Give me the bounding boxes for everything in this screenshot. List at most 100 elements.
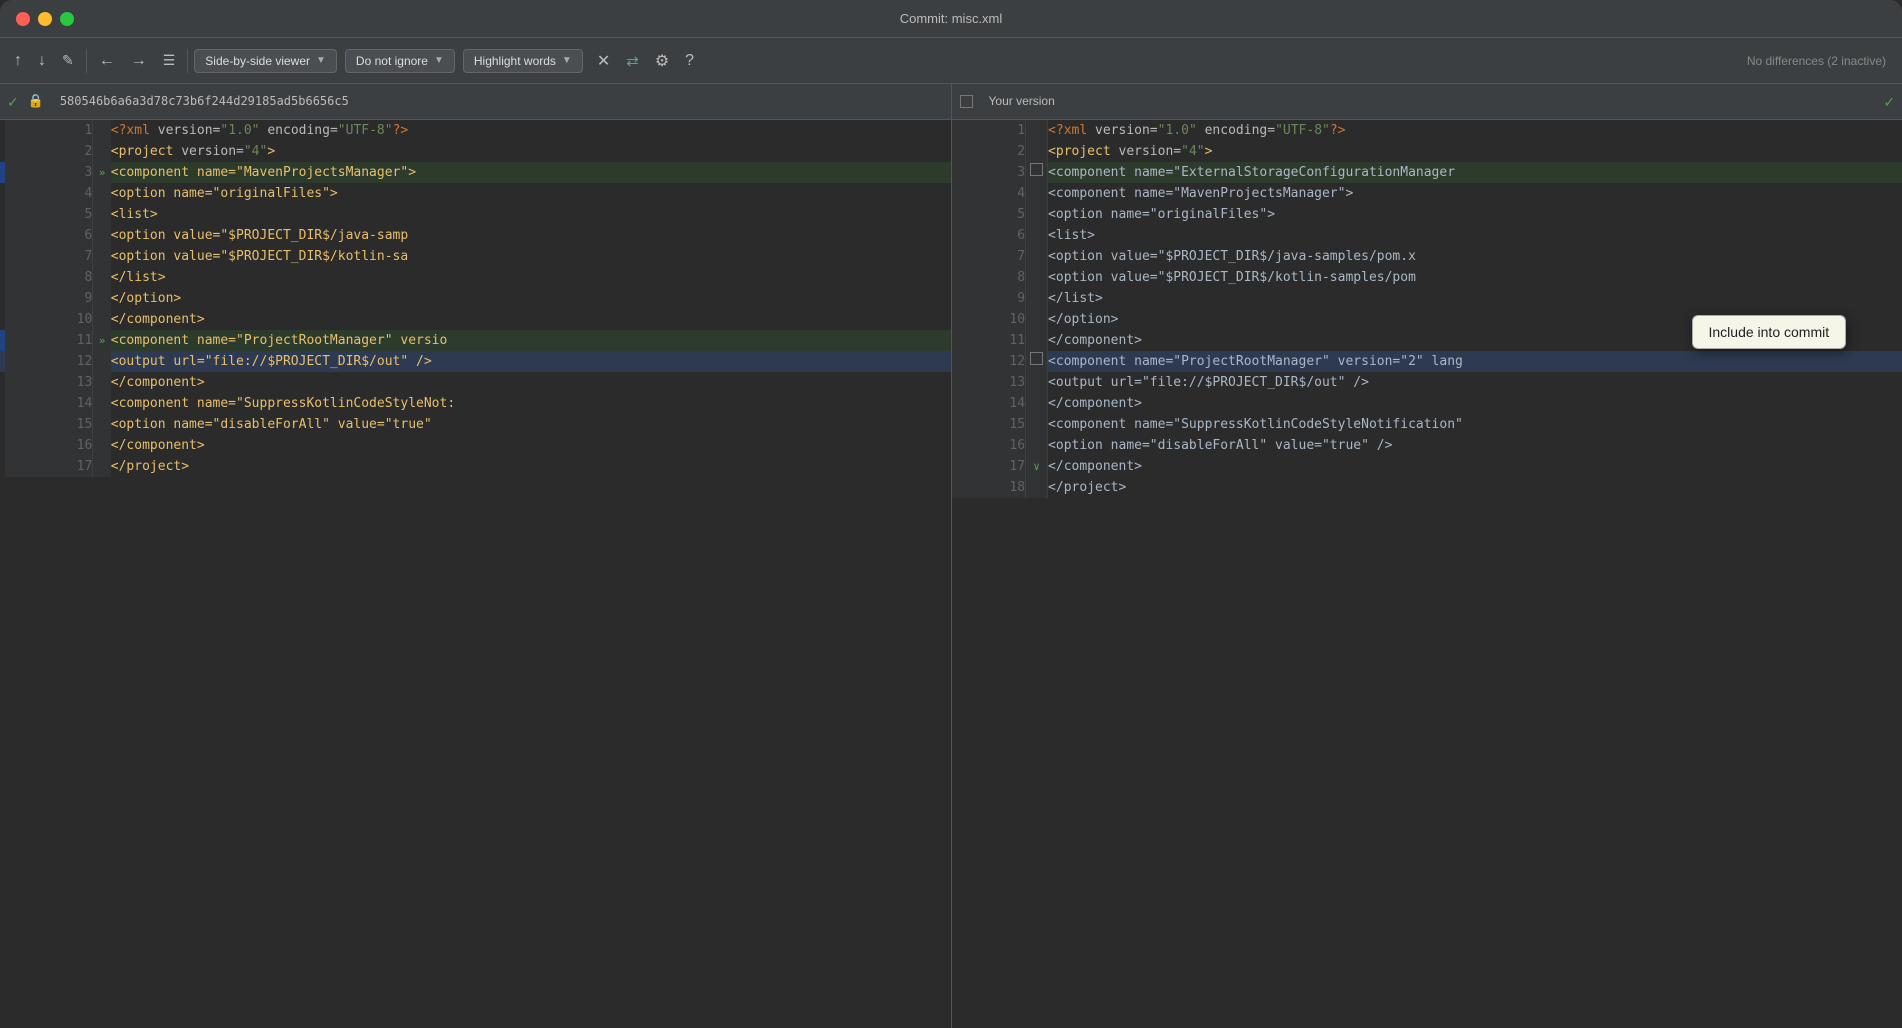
line-code: <option name="originalFiles">	[111, 183, 951, 204]
table-row: 13 </component>	[0, 372, 951, 393]
line-gutter	[93, 435, 111, 456]
table-row: 14 </component>	[952, 393, 1902, 414]
line-number: 5	[5, 204, 93, 225]
line-number: 8	[952, 267, 1026, 288]
line-code: <component name="MavenProjectsManager">	[111, 162, 951, 183]
line-number: 4	[5, 183, 93, 204]
scroll-down-button[interactable]: ↓	[32, 48, 52, 74]
viewer-dropdown-label: Side-by-side viewer	[205, 54, 310, 68]
right-code-area[interactable]: 1<?xml version="1.0" encoding="UTF-8"?>2…	[952, 120, 1902, 1028]
line-gutter	[93, 456, 111, 477]
table-row: 16 <option name="disableForAll" value="t…	[952, 435, 1902, 456]
help-button[interactable]: ?	[679, 48, 700, 74]
line-number: 1	[952, 120, 1026, 141]
line-code: </component>	[111, 435, 951, 456]
line-code: <output url="file://$PROJECT_DIR$/out" /…	[111, 351, 951, 372]
table-row: 1<?xml version="1.0" encoding="UTF-8"?>	[952, 120, 1902, 141]
lock-icon: 🔒	[28, 94, 44, 109]
left-code-area[interactable]: 1<?xml version="1.0" encoding="UTF-8"?>2…	[0, 120, 951, 1028]
include-checkbox[interactable]	[1030, 352, 1043, 365]
line-number: 12	[952, 351, 1026, 372]
highlight-dropdown-arrow: ▼	[562, 55, 572, 66]
line-gutter	[93, 246, 111, 267]
edit-button[interactable]: ✎	[56, 48, 80, 73]
minimize-button[interactable]	[38, 12, 52, 26]
content-area: ✓ 🔒 580546b6a6a3d78c73b6f244d29185ad5b66…	[0, 84, 1902, 1028]
maximize-button[interactable]	[60, 12, 74, 26]
line-code: <list>	[111, 204, 951, 225]
line-number: 11	[5, 330, 93, 351]
ignore-dropdown[interactable]: Do not ignore ▼	[345, 49, 455, 73]
forward-button[interactable]: →	[125, 48, 153, 74]
line-code: <component name="ProjectRootManager" ver…	[1048, 351, 1902, 372]
line-number: 15	[5, 414, 93, 435]
table-row: 4 <option name="originalFiles">	[0, 183, 951, 204]
line-number: 15	[952, 414, 1026, 435]
right-panel: Your version ✓ 1<?xml version="1.0" enco…	[952, 84, 1902, 1028]
line-checkbox-cell	[1026, 162, 1048, 183]
line-number: 8	[5, 267, 93, 288]
table-row: 7 <option value="$PROJECT_DIR$/java-samp…	[952, 246, 1902, 267]
your-version-checkbox[interactable]	[960, 95, 973, 108]
settings-button[interactable]: ⚙	[649, 47, 675, 75]
scroll-up-button[interactable]: ↑	[8, 48, 28, 74]
table-row: 5 <option name="originalFiles">	[952, 204, 1902, 225]
close-button[interactable]	[16, 12, 30, 26]
line-number: 9	[5, 288, 93, 309]
line-number: 6	[5, 225, 93, 246]
line-number: 18	[952, 477, 1026, 498]
table-row: 8 </list>	[0, 267, 951, 288]
line-checkbox-cell	[1026, 372, 1048, 393]
line-checkbox-cell	[1026, 477, 1048, 498]
line-code: <?xml version="1.0" encoding="UTF-8"?>	[111, 120, 951, 141]
line-number: 10	[952, 309, 1026, 330]
highlight-dropdown[interactable]: Highlight words ▼	[463, 49, 583, 73]
table-row: 2<project version="4">	[0, 141, 951, 162]
back-button[interactable]: ←	[93, 48, 121, 74]
close-diff-button[interactable]: ✕	[591, 47, 616, 75]
no-diff-label: No differences (2 inactive)	[1747, 54, 1886, 68]
line-gutter: »	[93, 162, 111, 183]
line-number: 16	[5, 435, 93, 456]
line-code: <component name="SuppressKotlinCodeStyle…	[111, 393, 951, 414]
line-number: 13	[5, 372, 93, 393]
line-number: 2	[952, 141, 1026, 162]
line-gutter	[93, 183, 111, 204]
line-number: 14	[952, 393, 1026, 414]
include-checkbox[interactable]	[1030, 163, 1043, 176]
table-row: 11» <component name="ProjectRootManager"…	[0, 330, 951, 351]
table-row: 17</project>	[0, 456, 951, 477]
line-number: 11	[952, 330, 1026, 351]
table-row: 10 </component>	[0, 309, 951, 330]
line-gutter	[93, 267, 111, 288]
table-row: 4 <component name="MavenProjectsManager"…	[952, 183, 1902, 204]
separator-1	[86, 49, 87, 73]
table-row: 3 <component name="ExternalStorageConfig…	[952, 162, 1902, 183]
line-gutter	[93, 141, 111, 162]
table-row: 16 </component>	[0, 435, 951, 456]
line-code: <option value="$PROJECT_DIR$/java-sample…	[1048, 246, 1902, 267]
table-row: 7 <option value="$PROJECT_DIR$/kotlin-sa	[0, 246, 951, 267]
table-row: 9 </list>	[952, 288, 1902, 309]
right-panel-header: Your version ✓	[952, 84, 1902, 120]
table-row: 12 <output url="file://$PROJECT_DIR$/out…	[0, 351, 951, 372]
line-checkbox-cell	[1026, 246, 1048, 267]
line-code: <option value="$PROJECT_DIR$/kotlin-sa	[111, 246, 951, 267]
table-row: 6 <list>	[952, 225, 1902, 246]
line-code: </project>	[111, 456, 951, 477]
line-gutter	[93, 372, 111, 393]
toolbar: ↑ ↓ ✎ ← → ☰ Side-by-side viewer ▼ Do not…	[0, 38, 1902, 84]
sync-button[interactable]: ⇄	[620, 48, 645, 74]
line-code: <component name="ExternalStorageConfigur…	[1048, 162, 1902, 183]
line-gutter	[93, 351, 111, 372]
viewer-dropdown[interactable]: Side-by-side viewer ▼	[194, 49, 337, 73]
tooltip-text: Include into commit	[1709, 324, 1830, 340]
left-panel: ✓ 🔒 580546b6a6a3d78c73b6f244d29185ad5b66…	[0, 84, 952, 1028]
line-gutter	[93, 393, 111, 414]
list-button[interactable]: ☰	[157, 48, 182, 73]
line-number: 4	[952, 183, 1026, 204]
line-checkbox-cell	[1026, 183, 1048, 204]
line-code: <component name="ProjectRootManager" ver…	[111, 330, 951, 351]
line-checkbox-cell	[1026, 288, 1048, 309]
line-code: </component>	[1048, 456, 1902, 477]
